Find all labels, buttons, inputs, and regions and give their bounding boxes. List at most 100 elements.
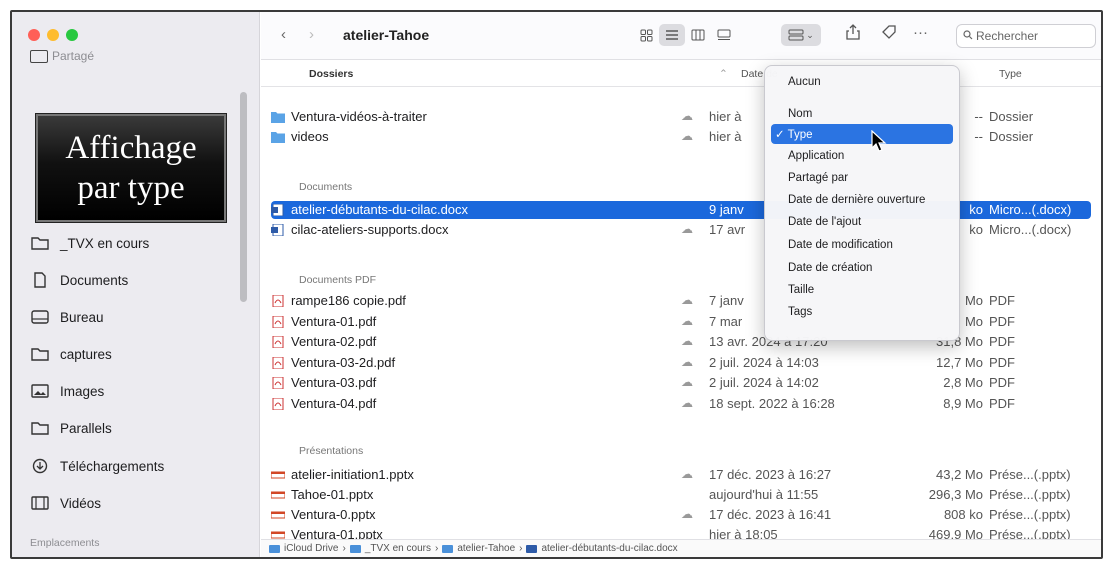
pdf-icon (272, 377, 284, 389)
path-item[interactable]: atelier-Tahoe (457, 543, 515, 554)
photo-icon (30, 383, 50, 399)
file-name: cilac-ateliers-supports.docx (291, 222, 449, 237)
minimize-button[interactable] (47, 29, 59, 41)
file-name: Tahoe-01.pptx (291, 487, 374, 502)
menu-item[interactable]: Tags (771, 302, 953, 322)
column-view-button[interactable] (685, 24, 711, 46)
tag-icon[interactable] (881, 24, 897, 44)
table-row[interactable]: Ventura-vidéos-à-traiter ☁ hier à -- Dossier (271, 108, 1091, 126)
more-button[interactable]: ··· (913, 24, 928, 41)
menu-item[interactable]: Date de dernière ouverture (771, 190, 953, 210)
back-button[interactable]: ‹ (281, 26, 286, 43)
cloud-icon[interactable]: ☁ (681, 222, 693, 236)
cloud-icon[interactable]: ☁ (681, 334, 693, 348)
table-row[interactable]: rampe186 copie.pdf ☁ 7 janv Mo PDF (271, 292, 1091, 310)
shared-folder-icon (30, 49, 48, 63)
menu-item[interactable]: Date de modification (771, 235, 953, 255)
table-row[interactable]: Ventura-03-2d.pdf ☁ 2 juil. 2024 à 14:03 12… (271, 354, 1091, 372)
folder-icon (30, 346, 50, 362)
folder-icon (349, 544, 361, 553)
menu-item[interactable]: ✓ Type (771, 124, 953, 144)
cloud-icon[interactable]: ☁ (681, 507, 693, 521)
grid-icon (640, 29, 652, 41)
menu-item[interactable]: Taille (771, 280, 953, 300)
sidebar-item-images[interactable]: Images (30, 380, 104, 402)
chevron-right-icon: › (519, 543, 523, 554)
menu-item[interactable]: Date de création (771, 258, 953, 278)
toolbar: ‹ › atelier-Tahoe ⌄ ··· Rechercher (261, 12, 1101, 60)
file-kind: Prése...(.pptx) (989, 507, 1071, 522)
group-by-button[interactable]: ⌄ (781, 23, 821, 47)
share-icon[interactable] (846, 24, 860, 44)
group-title-documents: Documents (299, 181, 353, 193)
cloud-icon[interactable]: ☁ (681, 396, 693, 410)
menu-item[interactable]: Application (771, 146, 953, 166)
sidebar-item-tvx[interactable]: _TVX en cours (30, 232, 149, 254)
columns-icon (691, 29, 705, 41)
file-kind: Dossier (989, 129, 1034, 144)
path-item[interactable]: iCloud Drive (284, 543, 338, 554)
file-date: 9 janv (709, 202, 744, 217)
forward-button[interactable]: › (309, 26, 314, 43)
file-date: 2 juil. 2024 à 14:03 (709, 354, 819, 370)
cloud-icon[interactable]: ☁ (681, 293, 693, 307)
file-name: Ventura-vidéos-à-traiter (291, 109, 427, 124)
search-input[interactable]: Rechercher (956, 24, 1096, 48)
table-row[interactable]: Ventura-0.pptx ☁ 17 déc. 2023 à 16:41 808 k… (271, 506, 1091, 524)
table-row[interactable]: cilac-ateliers-supports.docx ☁ 17 avr ko Mic… (271, 221, 1091, 239)
menu-item[interactable]: Nom (771, 104, 953, 124)
path-item[interactable]: _TVX en cours (365, 543, 431, 554)
file-size: 8,9 Mo (943, 395, 983, 411)
cloud-icon[interactable]: ☁ (681, 375, 693, 389)
view-switcher (633, 23, 737, 47)
table-row[interactable]: Ventura-01.pdf ☁ 7 mar Mo PDF (271, 313, 1091, 331)
sidebar-item-shared[interactable]: Partagé (30, 49, 94, 63)
sidebar-item-documents[interactable]: Documents (30, 269, 128, 291)
column-name[interactable]: Dossiers (309, 68, 353, 80)
cloud-icon[interactable]: ☁ (681, 314, 693, 328)
sidebar-item-parallels[interactable]: Parallels (30, 417, 112, 439)
gallery-view-button[interactable] (711, 24, 737, 46)
file-date: hier à (709, 109, 742, 124)
cloud-icon[interactable]: ☁ (681, 129, 693, 143)
sidebar-item-telechargements[interactable]: Téléchargements (30, 455, 164, 477)
table-row[interactable]: atelier-initiation1.pptx ☁ 17 déc. 2023 à … (271, 466, 1091, 484)
sidebar-item-videos[interactable]: Vidéos (30, 492, 101, 514)
chevron-right-icon: › (342, 543, 346, 554)
zoom-button[interactable] (66, 29, 78, 41)
cloud-icon[interactable]: ☁ (681, 355, 693, 369)
file-kind: PDF (989, 354, 1015, 370)
file-name: atelier-initiation1.pptx (291, 467, 414, 482)
gallery-icon (717, 29, 731, 40)
path-item[interactable]: atelier-débutants-du-cilac.docx (541, 543, 677, 554)
menu-item[interactable]: Aucun (771, 72, 953, 92)
word-doc-icon (271, 204, 284, 216)
list-view-button[interactable] (659, 24, 685, 46)
file-name: Ventura-03.pdf (291, 375, 377, 390)
file-name: Ventura-0.pptx (291, 507, 376, 522)
cloud-icon[interactable]: ☁ (681, 467, 693, 481)
sidebar-item-bureau[interactable]: Bureau (30, 306, 104, 328)
menu-item[interactable]: Partagé par (771, 168, 953, 188)
search-icon (963, 29, 973, 43)
menu-item[interactable]: Date de l'ajout (771, 212, 953, 232)
overlay-line2: par type (77, 170, 185, 206)
chevron-right-icon: › (434, 543, 439, 554)
table-row[interactable]: Ventura-04.pdf ☁ 18 sept. 2022 à 16:28 8,9 … (271, 395, 1091, 413)
close-button[interactable] (28, 29, 40, 41)
table-row[interactable]: Ventura-03.pdf ☁ 2 juil. 2024 à 14:02 2,8 M… (271, 374, 1091, 392)
table-row[interactable]: Ventura-02.pdf ☁ 13 avr. 2024 à 17:20 31,8 … (271, 333, 1091, 351)
sidebar-item-captures[interactable]: captures (30, 343, 112, 365)
sidebar-scrollbar[interactable] (240, 92, 247, 302)
file-kind: Prése...(.pptx) (989, 467, 1071, 482)
cloud-icon[interactable]: ☁ (681, 109, 693, 123)
file-date: aujourd'hui à 11:55 (709, 487, 819, 502)
table-row[interactable]: atelier-débutants-du-cilac.docx 9 janv ko M… (271, 201, 1091, 219)
column-kind[interactable]: Type (999, 68, 1022, 80)
pptx-icon (271, 471, 285, 479)
table-row[interactable]: videos ☁ hier à -- Dossier (271, 128, 1091, 146)
table-row[interactable]: Tahoe-01.pptx aujourd'hui à 11:55 296,3 Mo… (271, 486, 1091, 504)
file-name: Ventura-03-2d.pdf (291, 354, 396, 370)
file-date: 17 déc. 2023 à 16:27 (709, 467, 832, 482)
icon-view-button[interactable] (633, 24, 659, 46)
